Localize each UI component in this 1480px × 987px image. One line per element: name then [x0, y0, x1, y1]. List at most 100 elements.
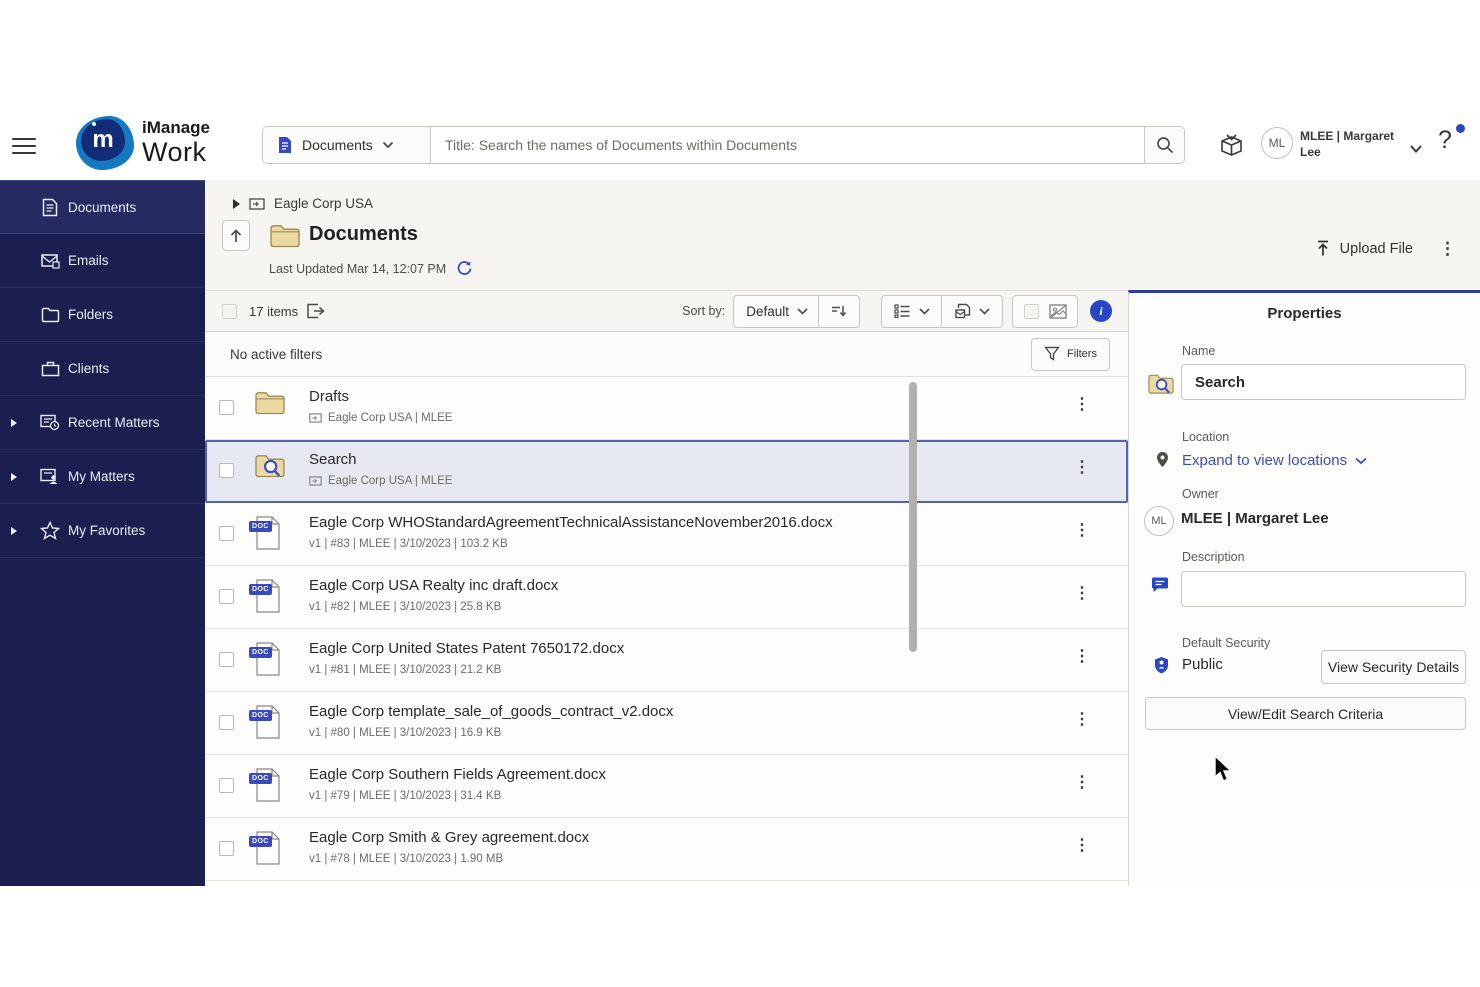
- search-folder-icon: [1147, 373, 1175, 401]
- workspace-icon: [309, 413, 322, 423]
- sort-direction-button[interactable]: [819, 294, 860, 328]
- sidebar-item-documents[interactable]: Documents: [0, 180, 205, 234]
- breadcrumb[interactable]: Eagle Corp USA: [233, 196, 373, 211]
- top-bar: m iManage Work Documents ML MLEE |: [0, 110, 1480, 180]
- active-filters-status: No active filters: [230, 346, 323, 362]
- list-item-document[interactable]: DOC Eagle Corp Southern Fields Agreement…: [205, 755, 1128, 818]
- expand-caret-icon[interactable]: [11, 526, 17, 535]
- view-security-details-button[interactable]: View Security Details: [1321, 650, 1466, 684]
- list-view-toggle[interactable]: [881, 294, 942, 328]
- sort-select[interactable]: Default: [733, 294, 819, 328]
- row-checkbox[interactable]: [219, 526, 234, 541]
- arrow-up-icon: [230, 228, 242, 242]
- row-checkbox[interactable]: [219, 400, 234, 415]
- word-doc-icon: DOC: [249, 705, 288, 743]
- list-item-document[interactable]: DOC Eagle Corp WHOStandardAgreementTechn…: [205, 503, 1128, 566]
- search-scope-dropdown[interactable]: Documents: [263, 127, 431, 163]
- list-item-drafts-folder[interactable]: Drafts Eagle Corp USA | MLEE ⋮: [205, 377, 1128, 440]
- sidebar-item-clients[interactable]: Clients: [0, 342, 205, 396]
- user-avatar[interactable]: ML: [1261, 127, 1293, 159]
- user-name[interactable]: MLEE | Margaret Lee: [1300, 128, 1400, 160]
- row-checkbox[interactable]: [219, 778, 234, 793]
- funnel-icon: [1044, 346, 1060, 361]
- checked-out-tray-button[interactable]: [1216, 130, 1246, 160]
- email-icon: [40, 251, 60, 271]
- row-more-actions-button[interactable]: ⋮: [1074, 838, 1090, 854]
- description-label: Description: [1182, 550, 1245, 564]
- logo-monogram: m: [92, 126, 114, 153]
- user-menu-caret-icon[interactable]: [1410, 140, 1422, 158]
- sidebar-item-emails[interactable]: Emails: [0, 234, 205, 288]
- word-doc-icon: DOC: [249, 831, 288, 869]
- sidebar-item-my-favorites[interactable]: My Favorites: [0, 504, 205, 558]
- hamburger-menu-icon[interactable]: [12, 133, 36, 154]
- notification-dot: [1456, 124, 1465, 133]
- upload-file-label: Upload File: [1339, 240, 1413, 257]
- list-item-document[interactable]: DOC Eagle Corp United States Patent 7650…: [205, 629, 1128, 692]
- select-all-checkbox[interactable]: [222, 303, 237, 319]
- row-more-actions-button[interactable]: ⋮: [1074, 397, 1090, 413]
- row-more-actions-button[interactable]: ⋮: [1074, 649, 1090, 665]
- breadcrumb-label[interactable]: Eagle Corp USA: [274, 196, 373, 211]
- description-field[interactable]: [1181, 571, 1466, 607]
- content-header: Eagle Corp USA Documents Last Updated Ma…: [205, 180, 1480, 290]
- help-button[interactable]: ?: [1438, 126, 1452, 155]
- name-field[interactable]: Search: [1181, 364, 1466, 400]
- row-checkbox[interactable]: [219, 589, 234, 604]
- row-checkbox[interactable]: [219, 463, 234, 478]
- list-scrollbar-thumb[interactable]: [909, 382, 917, 652]
- search-submit-button[interactable]: [1144, 127, 1184, 163]
- owner-value: MLEE | Margaret Lee: [1181, 510, 1329, 527]
- upload-file-button[interactable]: Upload File: [1315, 240, 1413, 257]
- document-list: Drafts Eagle Corp USA | MLEE ⋮ Search Ea…: [205, 377, 1128, 886]
- document-icon: [40, 197, 60, 217]
- list-item-document[interactable]: DOC Eagle Corp Smith & Grey agreement.do…: [205, 818, 1128, 881]
- row-more-actions-button[interactable]: ⋮: [1074, 523, 1090, 539]
- preview-checkbox[interactable]: [1023, 303, 1039, 319]
- expand-locations-link[interactable]: Expand to view locations: [1182, 452, 1367, 469]
- row-checkbox[interactable]: [219, 652, 234, 667]
- refresh-icon[interactable]: [456, 260, 473, 277]
- word-doc-icon: DOC: [249, 579, 288, 617]
- search-input[interactable]: [431, 127, 1144, 163]
- list-view-icon: [893, 304, 909, 318]
- sidebar-item-my-matters[interactable]: My Matters: [0, 450, 205, 504]
- chevron-down-icon: [978, 307, 990, 315]
- filter-bar: No active filters Filters: [205, 332, 1128, 377]
- row-more-actions-button[interactable]: ⋮: [1074, 586, 1090, 602]
- global-search-bar: Documents: [262, 126, 1185, 164]
- filters-button[interactable]: Filters: [1031, 337, 1110, 371]
- security-shield-icon: [1154, 656, 1169, 679]
- preview-pane-controls: [1012, 294, 1078, 328]
- document-display-toggle[interactable]: [942, 294, 1003, 328]
- row-checkbox[interactable]: [219, 715, 234, 730]
- header-more-actions-button[interactable]: ⋮: [1439, 240, 1456, 257]
- package-tray-icon: [1220, 134, 1242, 156]
- breadcrumb-caret-icon[interactable]: [233, 198, 240, 209]
- location-pin-icon: [1156, 451, 1169, 473]
- info-button[interactable]: i: [1090, 300, 1112, 322]
- row-more-actions-button[interactable]: ⋮: [1074, 775, 1090, 791]
- navigate-up-button[interactable]: [222, 220, 250, 251]
- sidebar-item-folders[interactable]: Folders: [0, 288, 205, 342]
- list-item-document[interactable]: DOC Eagle Corp USA Realty inc draft.docx…: [205, 566, 1128, 629]
- export-list-icon[interactable]: [306, 303, 325, 319]
- preview-pane-icon[interactable]: [1048, 303, 1067, 319]
- search-scope-label: Documents: [302, 137, 373, 153]
- view-edit-search-criteria-button[interactable]: View/Edit Search Criteria: [1145, 697, 1466, 730]
- row-checkbox[interactable]: [219, 841, 234, 856]
- expand-caret-icon[interactable]: [11, 418, 17, 427]
- search-icon: [1156, 137, 1173, 154]
- my-matters-icon: [40, 467, 60, 487]
- row-more-actions-button[interactable]: ⋮: [1074, 712, 1090, 728]
- chevron-down-icon: [1355, 457, 1367, 464]
- list-item-search-selected[interactable]: Search Eagle Corp USA | MLEE ⋮: [205, 440, 1128, 503]
- list-item-document[interactable]: DOC Eagle Corp template_sale_of_goods_co…: [205, 692, 1128, 755]
- sort-direction-icon: [832, 306, 847, 317]
- sort-by-label: Sort by:: [682, 304, 726, 318]
- recent-matters-icon: [40, 413, 60, 433]
- row-more-actions-button[interactable]: ⋮: [1074, 460, 1090, 476]
- expand-caret-icon[interactable]: [11, 472, 17, 481]
- folder-icon: [40, 305, 60, 325]
- sidebar-item-recent-matters[interactable]: Recent Matters: [0, 396, 205, 450]
